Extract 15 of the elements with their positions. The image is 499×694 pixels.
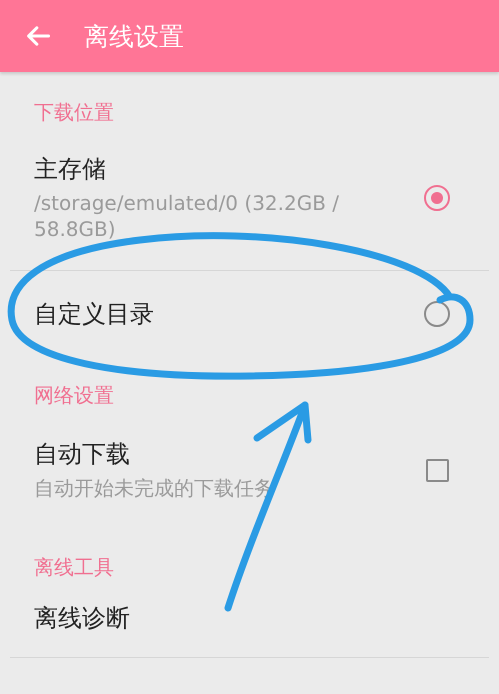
section-header: 下载位置 — [34, 100, 114, 124]
item-title: 自动下载 — [34, 439, 131, 469]
item-title: 离线诊断 — [34, 603, 131, 633]
settings-item[interactable]: 主存储 /storage/emulated/0 (32.2GB / 58.8GB) — [0, 134, 499, 270]
checkbox[interactable] — [426, 458, 448, 482]
item-subtitle: /storage/emulated/0 (32.2GB / 58.8GB) — [34, 190, 340, 242]
item-title: 主存储 — [34, 154, 107, 184]
item-title: 自定义目录 — [34, 299, 155, 329]
radio-button[interactable] — [424, 185, 450, 211]
section-header: 离线工具 — [34, 555, 114, 579]
settings-item[interactable]: 自定义目录 — [0, 271, 499, 357]
settings-item[interactable]: 离线诊断 — [0, 589, 499, 657]
radio-button[interactable] — [424, 301, 450, 327]
section-header: 网络设置 — [34, 383, 114, 407]
screen-title: 离线设置 — [84, 20, 184, 52]
